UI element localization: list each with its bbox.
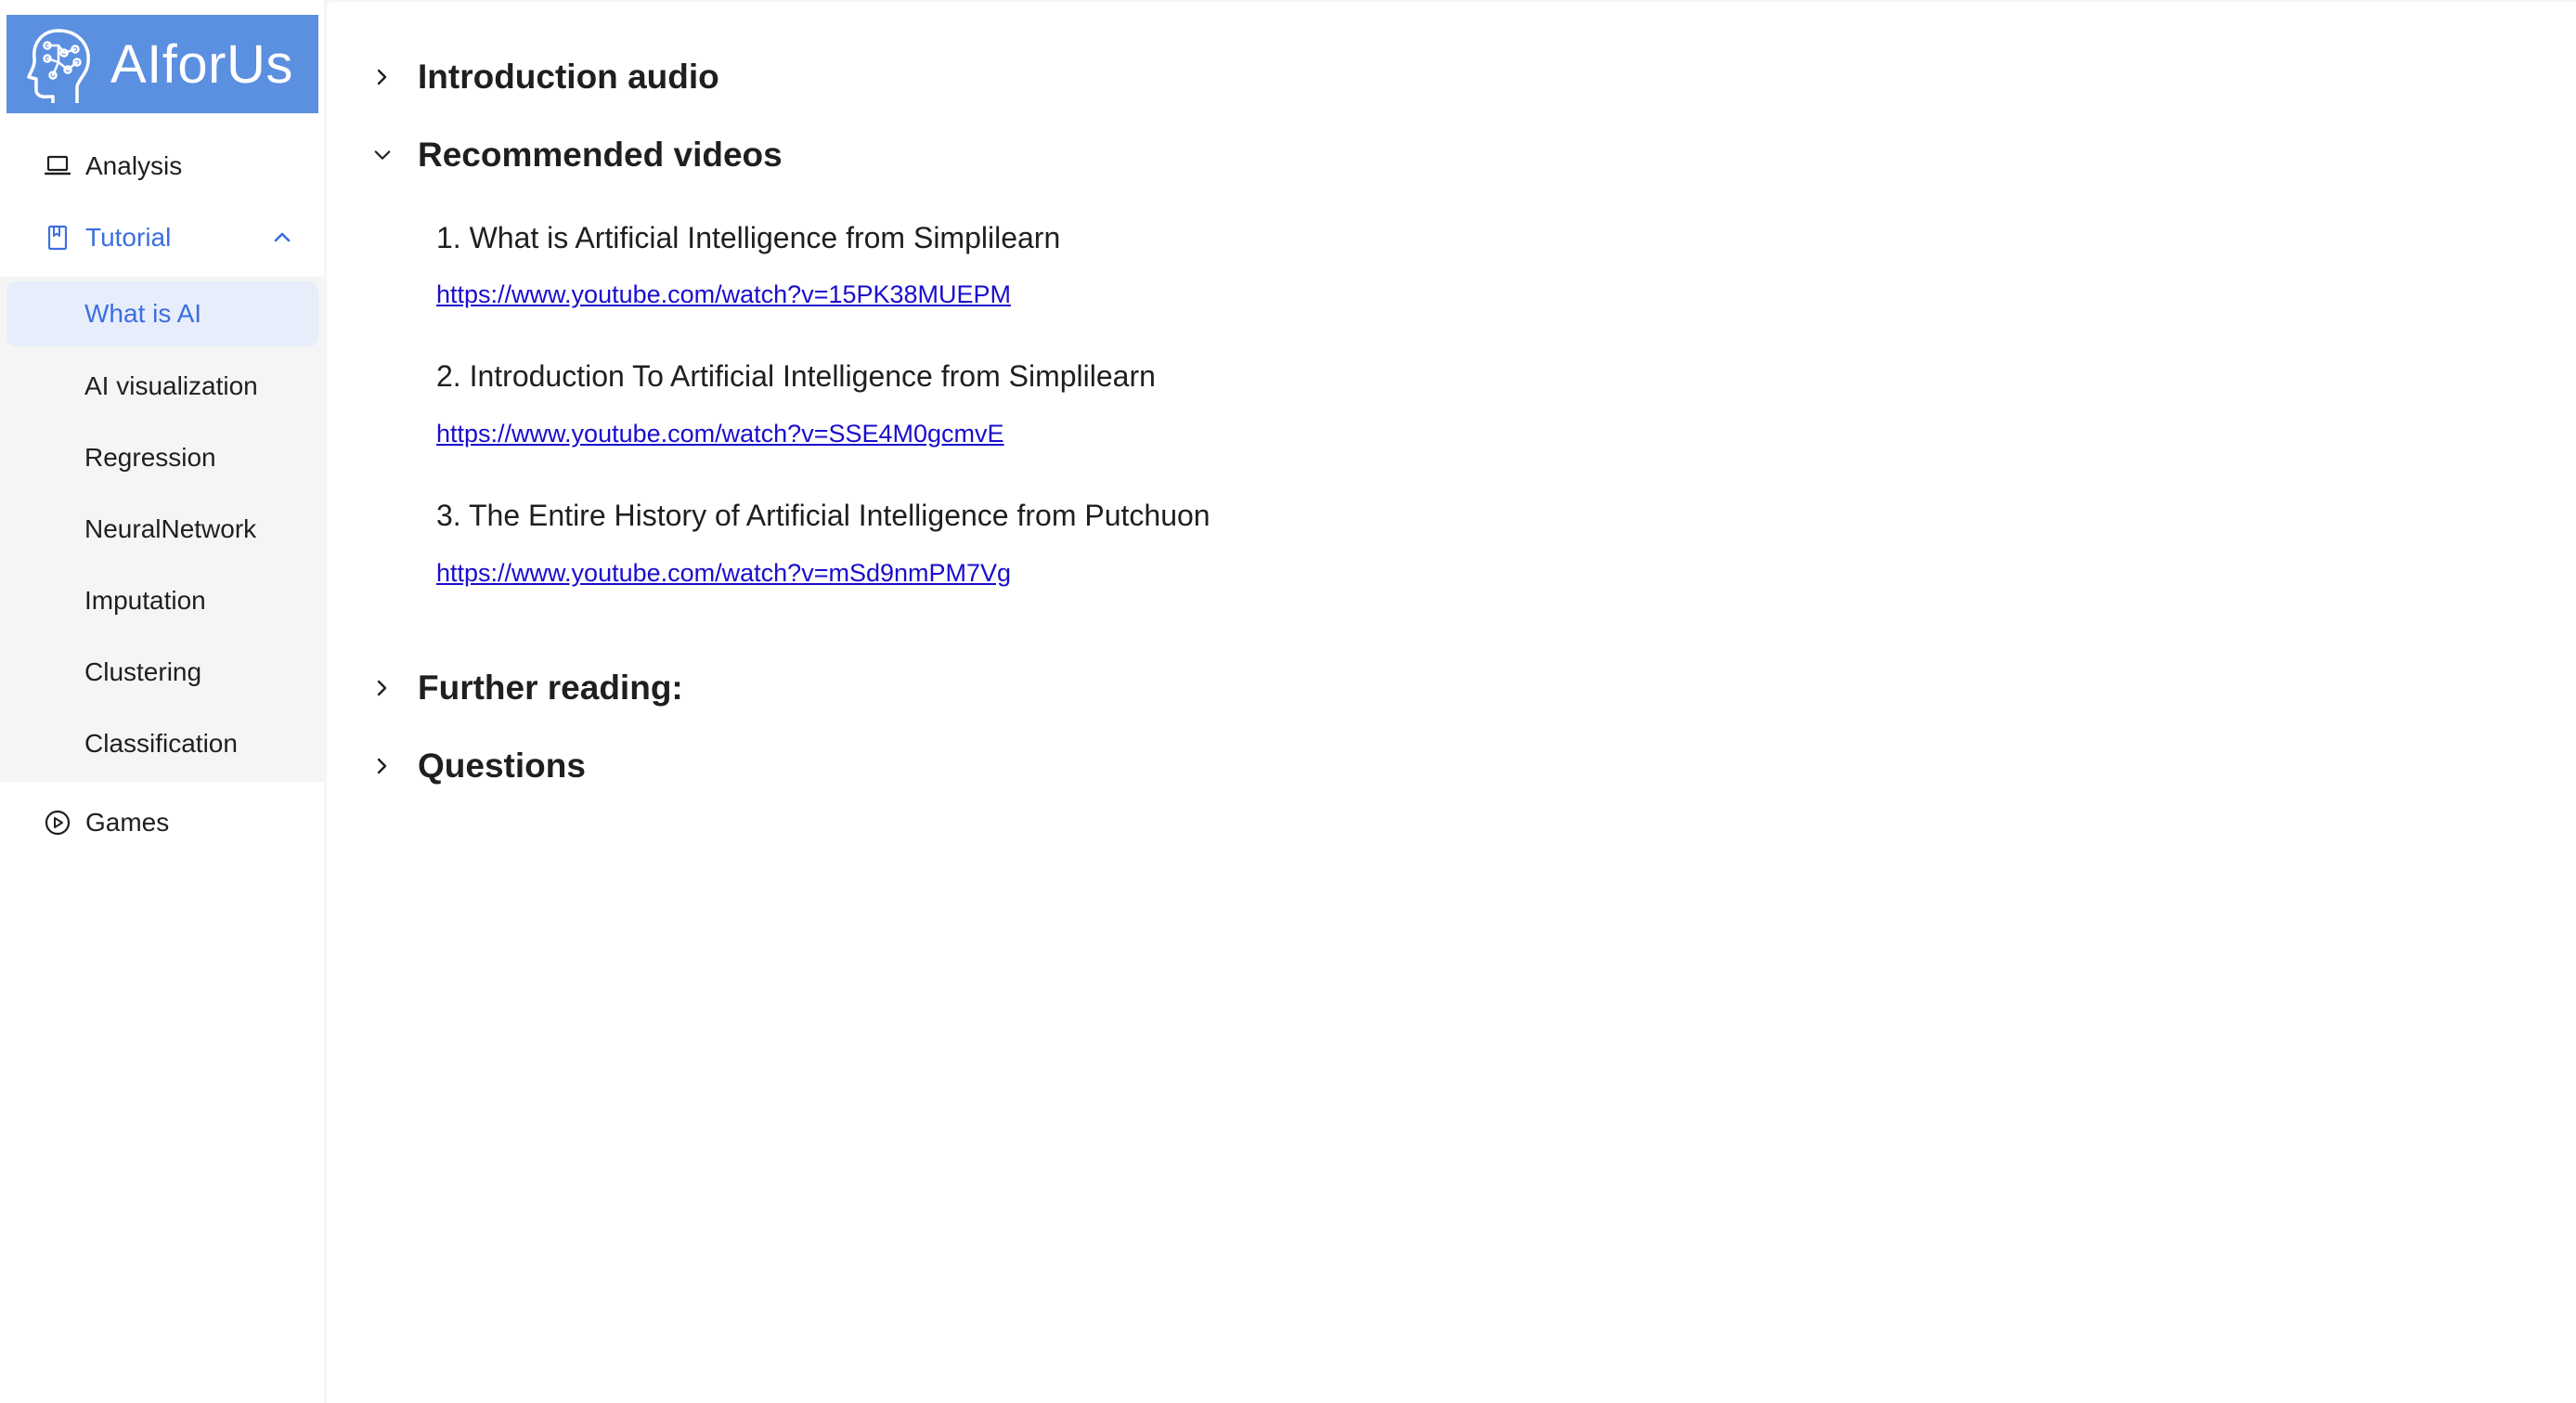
sidebar-subitem-classification[interactable]: Classification bbox=[6, 711, 318, 776]
sidebar-item-analysis[interactable]: Analysis bbox=[0, 133, 324, 200]
sidebar-subitem-label: Classification bbox=[84, 729, 238, 758]
chevron-up-icon[interactable] bbox=[272, 225, 292, 254]
brand-logo[interactable]: AIforUs bbox=[6, 15, 318, 113]
sidebar: AIforUs Analysis Tutorial What is AI AI … bbox=[0, 0, 324, 1403]
app-window: AIforUs Analysis Tutorial What is AI AI … bbox=[0, 0, 2576, 1403]
video-title: 2. Introduction To Artificial Intelligen… bbox=[436, 359, 1156, 393]
sidebar-item-tutorial[interactable]: Tutorial bbox=[0, 204, 324, 271]
sidebar-item-label: Analysis bbox=[85, 151, 183, 180]
tutorial-submenu: What is AI AI visualization Regression N… bbox=[0, 277, 324, 782]
sidebar-subitem-label: AI visualization bbox=[84, 371, 258, 400]
sidebar-subitem-label: Clustering bbox=[84, 657, 202, 686]
sidebar-subitem-imputation[interactable]: Imputation bbox=[6, 568, 318, 633]
section-questions[interactable]: Questions bbox=[373, 747, 586, 786]
sidebar-subitem-label: Regression bbox=[84, 443, 216, 472]
chevron-down-icon bbox=[373, 146, 392, 164]
sidebar-item-label: Games bbox=[85, 808, 170, 837]
section-recommended-videos[interactable]: Recommended videos bbox=[373, 136, 783, 175]
sidebar-subitem-label: Imputation bbox=[84, 586, 206, 615]
section-title: Introduction audio bbox=[418, 58, 719, 96]
chevron-right-icon bbox=[373, 757, 392, 775]
main-content: Introduction audio Recommended videos 1.… bbox=[327, 2, 2576, 1403]
sidebar-item-games[interactable]: Games bbox=[0, 789, 324, 856]
sidebar-subitem-neuralnetwork[interactable]: NeuralNetwork bbox=[6, 497, 318, 562]
sidebar-subitem-clustering[interactable]: Clustering bbox=[6, 640, 318, 705]
section-title: Recommended videos bbox=[418, 136, 783, 174]
video-link[interactable]: https://www.youtube.com/watch?v=mSd9nmPM… bbox=[436, 559, 1011, 588]
chevron-right-icon bbox=[373, 68, 392, 86]
sidebar-subitem-what-is-ai[interactable]: What is AI bbox=[6, 281, 318, 346]
video-link[interactable]: https://www.youtube.com/watch?v=15PK38MU… bbox=[436, 280, 1011, 309]
section-title: Further reading: bbox=[418, 669, 683, 707]
section-further-reading[interactable]: Further reading: bbox=[373, 669, 683, 708]
laptop-icon bbox=[45, 153, 71, 179]
sidebar-subitem-ai-visualization[interactable]: AI visualization bbox=[6, 354, 318, 419]
book-icon bbox=[45, 225, 71, 251]
ai-head-icon bbox=[27, 29, 90, 103]
sidebar-subitem-label: What is AI bbox=[84, 299, 202, 328]
section-introduction-audio[interactable]: Introduction audio bbox=[373, 58, 719, 97]
brand-name: AIforUs bbox=[110, 33, 293, 95]
play-circle-icon bbox=[45, 810, 71, 836]
sidebar-subitem-label: NeuralNetwork bbox=[84, 514, 257, 543]
sidebar-item-label: Tutorial bbox=[85, 223, 172, 252]
video-link[interactable]: https://www.youtube.com/watch?v=SSE4M0gc… bbox=[436, 420, 1004, 448]
sidebar-subitem-regression[interactable]: Regression bbox=[6, 425, 318, 490]
video-title: 3. The Entire History of Artificial Inte… bbox=[436, 499, 1210, 532]
video-title: 1. What is Artificial Intelligence from … bbox=[436, 221, 1061, 254]
chevron-right-icon bbox=[373, 679, 392, 697]
section-title: Questions bbox=[418, 747, 586, 785]
